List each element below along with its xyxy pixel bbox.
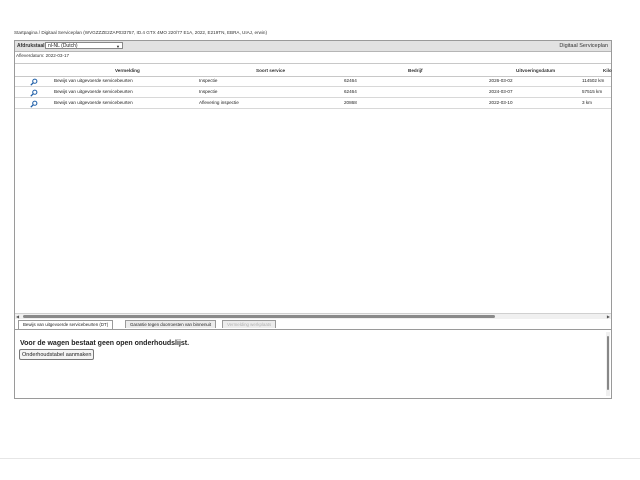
vertical-scrollbar-thumb[interactable]	[607, 336, 609, 390]
tab-bewijs-servicebeurten[interactable]: Bewijs van uitgevoerde servicebeurten (D…	[18, 320, 114, 329]
scroll-left-icon[interactable]: ◀	[16, 314, 19, 319]
breadcrumb[interactable]: Startpagina / Digitaal Serviceplan (WVGZ…	[14, 30, 267, 35]
delivery-date: Afleverdatum: 2022-03-17	[16, 53, 70, 58]
tab-vermelding-werkplaats: Vermelding werkplaats	[222, 320, 277, 328]
create-maintenance-table-button[interactable]: Onderhoudstabel aanmaken	[19, 349, 95, 360]
cell-vermelding: Bewijs van uitgevoerde servicebeurten	[54, 78, 133, 83]
tab-garantie-doorroesten[interactable]: Garantie tegen doorroesten van binnenuit	[125, 320, 217, 328]
cell-kilometerstand: 114502 km	[582, 78, 605, 83]
cell-kilometerstand: 3 km	[582, 100, 592, 105]
scroll-right-icon[interactable]: ▶	[607, 314, 610, 319]
table-row[interactable]: Bewijs van uitgevoerde servicebeurten In…	[15, 87, 611, 98]
page-title: Digitaal Serviceplan	[559, 43, 608, 49]
no-maintenance-message: Voor de wagen bestaat geen open onderhou…	[20, 340, 190, 347]
toolbar: Afdrukstaal: nl-NL (Dutch) ▼ Digitaal Se…	[15, 41, 611, 52]
cell-soort-service: Aflevering inspectie	[199, 100, 239, 105]
cell-datum: 2026-03-02	[489, 78, 513, 83]
table-header: Vermelding Soort service Bedrijf Uitvoer…	[15, 63, 612, 77]
column-header-vermelding[interactable]: Vermelding	[115, 68, 140, 73]
column-header-kilometerstand[interactable]: Kilo	[603, 68, 612, 73]
table-row[interactable]: Bewijs van uitgevoerde servicebeurten In…	[15, 76, 611, 87]
column-header-bedrijf[interactable]: Bedrijf	[408, 68, 423, 73]
cell-nummer: 62464	[344, 78, 357, 83]
cell-soort-service: Inspectie	[199, 89, 218, 94]
cell-nummer: 20868	[344, 100, 357, 105]
horizontal-scrollbar-thumb[interactable]	[23, 315, 495, 318]
cell-vermelding: Bewijs van uitgevoerde servicebeurten	[54, 89, 133, 94]
tab-panel: Voor de wagen bestaat geen open onderhou…	[15, 330, 611, 398]
horizontal-scrollbar[interactable]: ◀ ▶	[15, 313, 611, 319]
language-select-value: nl-NL (Dutch)	[48, 43, 78, 49]
chevron-down-icon: ▼	[116, 44, 120, 49]
magnifier-icon[interactable]	[30, 89, 38, 97]
cell-nummer: 62464	[344, 89, 357, 94]
cell-kilometerstand: 57515 km	[582, 89, 603, 94]
tab-bar: Bewijs van uitgevoerde servicebeurten (D…	[15, 320, 611, 330]
divider	[0, 458, 640, 459]
table-row[interactable]: Bewijs van uitgevoerde servicebeurten Af…	[15, 98, 611, 109]
cell-vermelding: Bewijs van uitgevoerde servicebeurten	[54, 100, 133, 105]
column-header-uitvoeringsdatum[interactable]: Uitvoeringsdatum	[516, 68, 555, 73]
cell-datum: 2024-03-07	[489, 89, 513, 94]
magnifier-icon[interactable]	[30, 100, 38, 108]
language-select[interactable]: nl-NL (Dutch) ▼	[45, 42, 123, 49]
service-plan-frame: Afdrukstaal: nl-NL (Dutch) ▼ Digitaal Se…	[14, 40, 612, 399]
column-header-soort-service[interactable]: Soort service	[256, 68, 285, 73]
language-label: Afdrukstaal:	[17, 43, 47, 49]
vertical-scrollbar[interactable]	[606, 332, 610, 396]
cell-soort-service: Inspectie	[199, 78, 218, 83]
magnifier-icon[interactable]	[30, 78, 38, 86]
cell-datum: 2022-03-10	[489, 100, 513, 105]
